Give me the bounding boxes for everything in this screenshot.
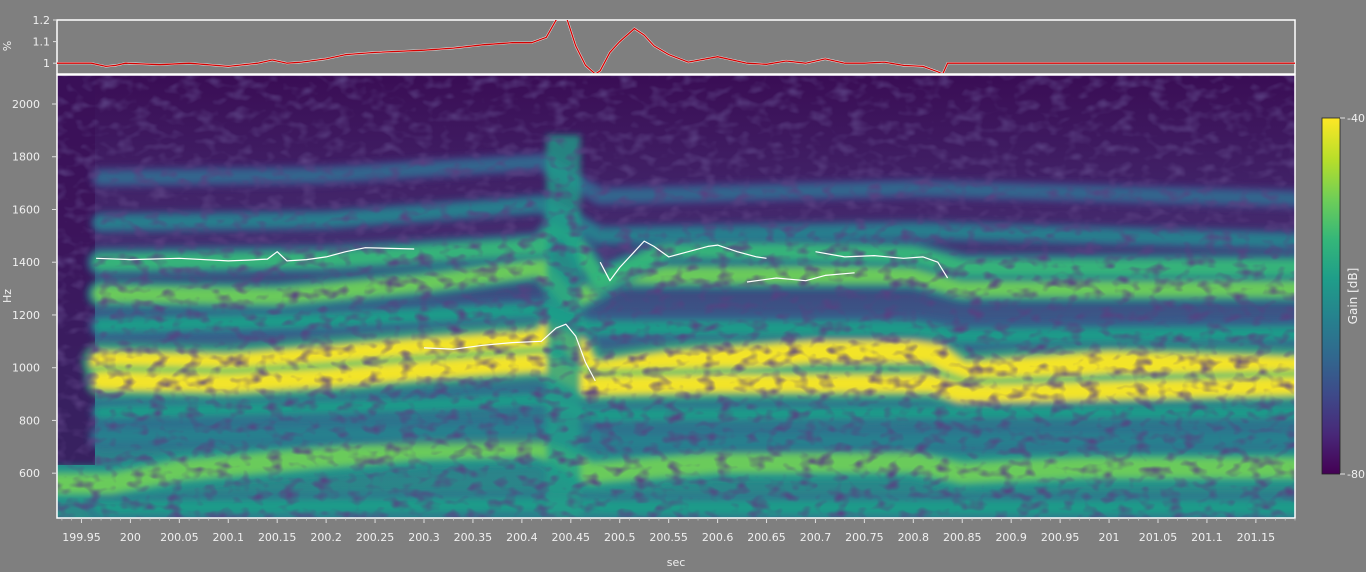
y-axis: 600 800 1000 1200 1400 1600 1800 2000	[12, 98, 57, 480]
x-axis: 199.95 200 200.05 200.1 200.15 200.2 200.25 200…	[61, 518, 1296, 544]
x-tick-label: 200.3	[408, 531, 440, 544]
x-tick-label: 200.75	[845, 531, 884, 544]
ratio-panel: 1 1.1 1.2 %	[1, 14, 1296, 75]
x-tick-label: 200.8	[898, 531, 930, 544]
x-tick-label: 200.35	[454, 531, 493, 544]
x-tick-label: 200.6	[702, 531, 734, 544]
x-tick-label: 200	[120, 531, 141, 544]
y-tick-label: 1200	[12, 309, 40, 322]
y-tick-label: 1600	[12, 203, 40, 216]
ratio-y-tick-label: 1	[43, 57, 50, 70]
x-tick-label: 200.25	[356, 531, 395, 544]
colorbar: -40 -80 Gain [dB]	[1321, 112, 1365, 481]
y-tick-label: 800	[19, 414, 40, 427]
x-tick-label: 200.85	[943, 531, 982, 544]
x-tick-label: 201.05	[1139, 531, 1178, 544]
spectrogram-panel: 199.95 200 200.05 200.1 200.15 200.2 200.25 200…	[1, 74, 1296, 569]
ratio-y-tick-label: 1.1	[33, 36, 51, 49]
x-tick-label: 200.9	[995, 531, 1027, 544]
x-tick-label: 200.05	[160, 531, 199, 544]
ratio-y-tick-label: 1.2	[33, 14, 51, 27]
y-tick-label: 1800	[12, 151, 40, 164]
x-tick-label: 199.95	[62, 531, 101, 544]
spectrogram-noise-texture	[57, 75, 1295, 518]
colorbar-title: Gain [dB]	[1346, 268, 1360, 325]
y-tick-label: 1000	[12, 362, 40, 375]
ratio-y-axis-label: %	[1, 41, 14, 51]
x-tick-label: 200.7	[800, 531, 832, 544]
colorbar-gradient	[1321, 117, 1341, 475]
spectrogram-figure: 1 1.1 1.2 % 199.95 200 200.05 200.1 200.15 200.…	[1, 14, 1365, 569]
y-tick-label: 2000	[12, 98, 40, 111]
x-tick-label: 200.5	[604, 531, 636, 544]
y-axis-label: Hz	[1, 289, 14, 303]
x-tick-label: 200.2	[310, 531, 342, 544]
y-tick-label: 1400	[12, 256, 40, 269]
x-axis-label: sec	[667, 556, 686, 569]
x-tick-label: 200.95	[1041, 531, 1080, 544]
ratio-y-axis: 1 1.1 1.2	[33, 14, 57, 70]
x-tick-label: 201	[1099, 531, 1120, 544]
x-tick-label: 201.1	[1191, 531, 1223, 544]
x-tick-label: 200.55	[649, 531, 688, 544]
x-tick-label: 200.65	[747, 531, 786, 544]
x-tick-label: 200.15	[258, 531, 297, 544]
x-tick-label: 200.4	[506, 531, 538, 544]
x-tick-label: 200.45	[552, 531, 591, 544]
x-tick-label: 201.15	[1237, 531, 1276, 544]
x-tick-label: 200.1	[213, 531, 245, 544]
colorbar-min-label: -80	[1347, 468, 1365, 481]
colorbar-max-label: -40	[1347, 112, 1365, 125]
y-tick-label: 600	[19, 467, 40, 480]
